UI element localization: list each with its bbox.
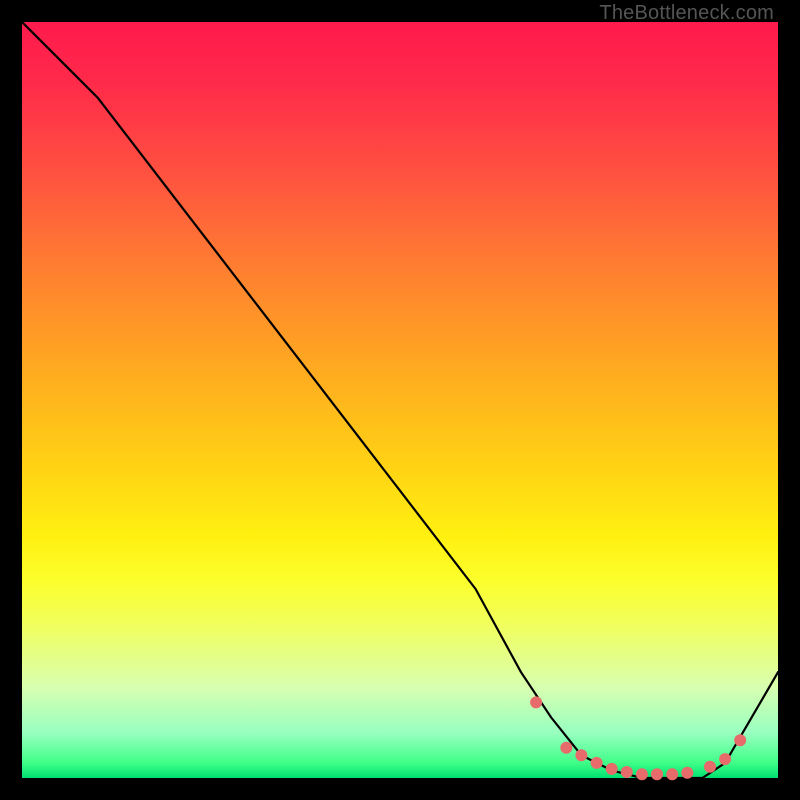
marker-dot bbox=[560, 742, 572, 754]
marker-dot bbox=[734, 734, 746, 746]
marker-dot bbox=[621, 766, 633, 778]
marker-dot bbox=[591, 757, 603, 769]
marker-dot bbox=[666, 768, 678, 780]
marker-group bbox=[530, 696, 746, 780]
marker-dot bbox=[719, 753, 731, 765]
chart-svg bbox=[22, 22, 778, 778]
marker-dot bbox=[681, 767, 693, 779]
chart-frame: TheBottleneck.com bbox=[0, 0, 800, 800]
marker-dot bbox=[575, 749, 587, 761]
marker-dot bbox=[530, 696, 542, 708]
marker-dot bbox=[651, 768, 663, 780]
curve-path bbox=[22, 22, 778, 778]
marker-dot bbox=[704, 761, 716, 773]
marker-dot bbox=[606, 763, 618, 775]
plot-area bbox=[22, 22, 778, 778]
marker-dot bbox=[636, 768, 648, 780]
